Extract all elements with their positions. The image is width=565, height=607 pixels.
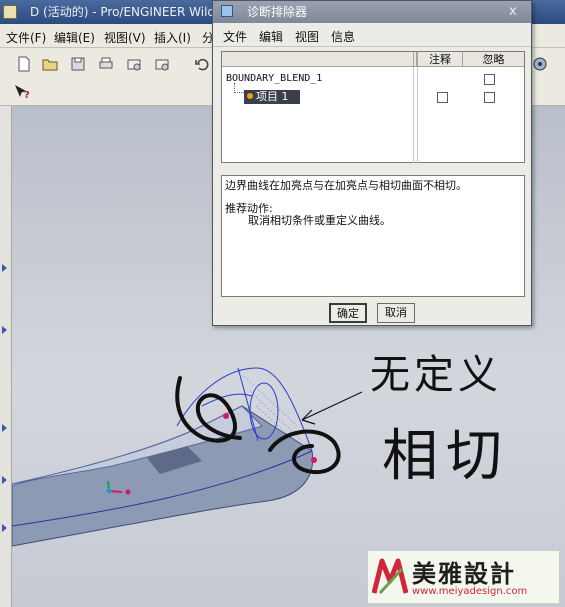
ignore-checkbox[interactable] [484, 92, 495, 103]
svg-text:?: ? [24, 90, 30, 101]
annotation-text-undefined: 无定义 [370, 352, 502, 398]
watermark: 美雅設計 www.meiyadesign.com [367, 550, 560, 604]
item-tree-table: 注释 忽略 BOUNDARY_BLEND_1 项目 1 [221, 51, 525, 163]
error-message: 边界曲线在加亮点与在加亮点与相切曲面不相切。 [225, 179, 467, 192]
new-file-icon[interactable] [14, 54, 34, 74]
dialog-menu-view[interactable]: 视图 [295, 28, 319, 45]
open-folder-icon[interactable] [40, 54, 60, 74]
table-header: 注释 忽略 [222, 52, 524, 67]
action-message: 取消相切条件或重定义曲线。 [248, 214, 391, 227]
highlight-point [311, 457, 317, 463]
table-divider [413, 67, 414, 163]
highlight-point [223, 413, 229, 419]
message-box: 边界曲线在加亮点与在加亮点与相切曲面不相切。 推荐动作: 取消相切条件或重定义曲… [221, 175, 525, 297]
expand-arrow-icon[interactable] [2, 476, 7, 484]
ok-button[interactable]: 确定 [329, 303, 367, 323]
view-orient-icon[interactable] [530, 54, 550, 74]
dialog-menu-file[interactable]: 文件 [223, 28, 247, 45]
ignore-checkbox[interactable] [484, 74, 495, 85]
menu-edit[interactable]: 编辑(E) [54, 29, 95, 46]
table-divider [417, 67, 418, 163]
dialog-menubar: 文件 编辑 视图 信息 [213, 23, 531, 47]
dialog-menu-info[interactable]: 信息 [331, 28, 355, 45]
warning-dot-icon [247, 93, 253, 99]
context-help-icon[interactable]: ? [12, 82, 32, 102]
expand-arrow-icon[interactable] [2, 326, 7, 334]
undo-icon[interactable] [192, 54, 212, 74]
watermark-brand: 美雅設計 [412, 560, 516, 588]
col-header-item [222, 52, 413, 67]
save-icon[interactable] [68, 54, 88, 74]
annotation-text-tangent: 相切 [382, 424, 510, 489]
cancel-button[interactable]: 取消 [377, 303, 415, 323]
dialog-body: 注释 忽略 BOUNDARY_BLEND_1 项目 1 边界曲线在加亮点与在加亮… [213, 47, 531, 325]
note-checkbox[interactable] [437, 92, 448, 103]
dialog-menu-edit[interactable]: 编辑 [259, 28, 283, 45]
menu-file[interactable]: 文件(F) [6, 29, 46, 46]
watermark-url: www.meiyadesign.com [412, 586, 528, 597]
dialog-titlebar[interactable]: 诊断排除器 x [213, 1, 531, 23]
col-header-ignore[interactable]: 忽略 [462, 52, 524, 67]
menu-view[interactable]: 视图(V) [104, 29, 146, 46]
close-icon[interactable]: x [509, 1, 517, 23]
annotation-arrow [301, 391, 363, 425]
tree-connector [234, 83, 244, 93]
tree-child-label[interactable]: 项目 1 [256, 90, 289, 104]
left-collapse-strip [0, 106, 12, 607]
menu-insert[interactable]: 插入(I) [154, 29, 191, 46]
watermark-logo [372, 558, 408, 595]
expand-arrow-icon[interactable] [2, 264, 7, 272]
print-icon[interactable] [96, 54, 116, 74]
send-mail-icon[interactable] [124, 54, 144, 74]
expand-arrow-icon[interactable] [2, 524, 7, 532]
dialog-title: 诊断排除器 [247, 5, 308, 19]
troubleshooter-dialog: 诊断排除器 x 文件 编辑 视图 信息 注释 忽略 BOUNDARY_BLEND… [212, 0, 532, 326]
col-header-note[interactable]: 注释 [417, 52, 462, 67]
dialog-icon [221, 5, 233, 17]
app-icon [3, 5, 17, 19]
app-title: D (活动的) - Pro/ENGINEER Wild [30, 5, 216, 19]
expand-arrow-icon[interactable] [2, 424, 7, 432]
send-link-icon[interactable] [152, 54, 172, 74]
